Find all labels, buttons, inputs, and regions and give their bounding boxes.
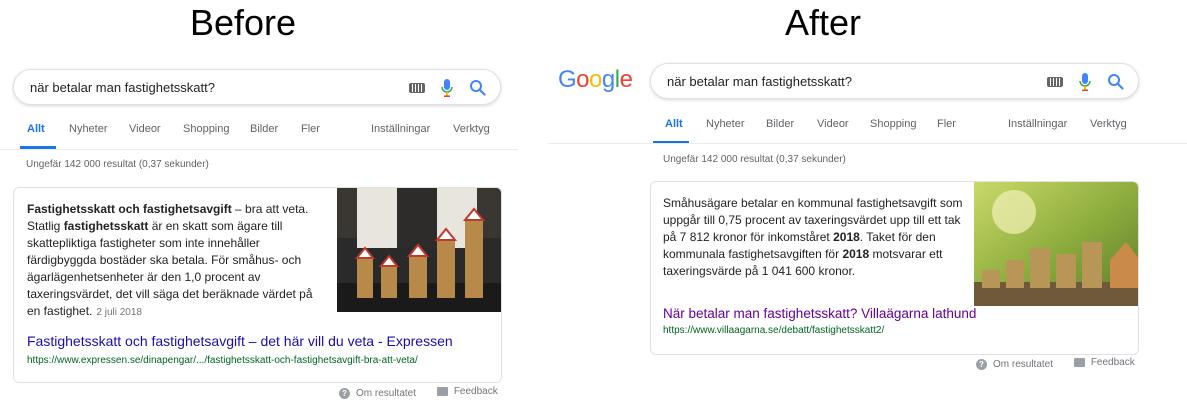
before-panel: Before när betalar man fastighetsskatt? … [0,0,560,420]
feedback-icon [1073,358,1085,367]
search-input[interactable]: när betalar man fastighetsskatt? [30,80,215,95]
google-logo[interactable]: Google [558,66,633,94]
after-panel: After Google när betalar man fastighetss… [548,0,1187,420]
microphone-icon[interactable] [440,78,454,98]
tab-bilder[interactable]: Bilder [250,123,278,135]
snippet-text: Fastighetsskatt och fastighetsavgift – b… [27,201,327,321]
feedback-button[interactable]: Feedback [1073,357,1135,368]
result-link[interactable]: Fastighetsskatt och fastighetsavgift – d… [27,333,453,349]
search-tabs: Allt Nyheter Bilder Videor Shopping Fler… [653,118,1173,144]
result-url[interactable]: https://www.villaagarna.se/debatt/fastig… [663,325,884,336]
tab-nyheter[interactable]: Nyheter [69,123,108,135]
tab-videor[interactable]: Videor [129,123,161,135]
featured-snippet: Fastighetsskatt och fastighetsavgift – b… [13,187,502,383]
result-url[interactable]: https://www.expressen.se/dinapengar/.../… [27,355,418,366]
snippet-title: Fastighetsskatt och fastighetsavgift [27,202,232,216]
result-link[interactable]: När betalar man fastighetsskatt? Villaäg… [663,306,976,321]
tab-fler[interactable]: Fler [937,118,956,130]
tabs-divider [548,143,1187,144]
question-icon: ? [976,359,987,370]
tab-installningar[interactable]: Inställningar [371,123,430,135]
tab-shopping[interactable]: Shopping [183,123,230,135]
keyboard-icon[interactable] [409,83,425,93]
snippet-text-part: är en skatt som ägare till skattepliktig… [27,219,313,318]
tab-shopping[interactable]: Shopping [870,118,917,130]
tab-fler[interactable]: Fler [301,123,320,135]
about-results-button[interactable]: ? Om resultatet [976,359,1053,370]
search-input[interactable]: när betalar man fastighetsskatt? [667,74,852,89]
tab-verktyg[interactable]: Verktyg [453,123,490,135]
tab-verktyg[interactable]: Verktyg [1090,118,1127,130]
tabs-divider [0,149,518,150]
snippet-year: 2018 [833,230,860,244]
panel-heading: Before [190,2,297,43]
houses-on-coins-image[interactable] [337,188,502,312]
tab-bilder[interactable]: Bilder [766,118,794,130]
feedback-label: Feedback [453,386,498,397]
featured-snippet: Småhusägare betalar en kommunal fastighe… [650,181,1139,355]
about-results-button[interactable]: ? Om resultatet [339,388,416,399]
search-icon[interactable] [469,79,486,96]
snippet-term: fastighetsskatt [63,219,149,233]
about-results-label: Om resultatet [356,388,417,399]
search-box[interactable]: när betalar man fastighetsskatt? [13,69,501,105]
question-icon: ? [339,388,350,399]
snippet-footer: ? Om resultatet Feedback [976,357,1153,370]
panel-heading: After [785,2,862,43]
snippet-year: 2018 [842,247,870,261]
tab-installningar[interactable]: Inställningar [1008,118,1067,130]
feedback-button[interactable]: Feedback [436,386,498,397]
snippet-date: 2 juli 2018 [96,307,142,318]
coins-and-house-image[interactable] [974,182,1139,306]
feedback-label: Feedback [1090,357,1135,368]
tab-nyheter[interactable]: Nyheter [706,118,745,130]
search-box[interactable]: när betalar man fastighetsskatt? [650,63,1139,99]
tab-allt[interactable]: Allt [27,123,45,135]
search-tabs: Allt Nyheter Videor Shopping Bilder Fler… [14,123,514,149]
snippet-text: Småhusägare betalar en kommunal fastighe… [663,195,968,280]
microphone-icon[interactable] [1078,72,1092,92]
tab-allt[interactable]: Allt [665,118,683,130]
feedback-icon [436,387,448,396]
result-stats: Ungefär 142 000 resultat (0,37 sekunder) [26,159,209,170]
result-stats: Ungefär 142 000 resultat (0,37 sekunder) [663,154,846,165]
snippet-footer: ? Om resultatet Feedback [339,386,516,399]
about-results-label: Om resultatet [993,359,1054,370]
tab-videor[interactable]: Videor [817,118,849,130]
search-icon[interactable] [1107,73,1124,90]
keyboard-icon[interactable] [1047,77,1063,87]
